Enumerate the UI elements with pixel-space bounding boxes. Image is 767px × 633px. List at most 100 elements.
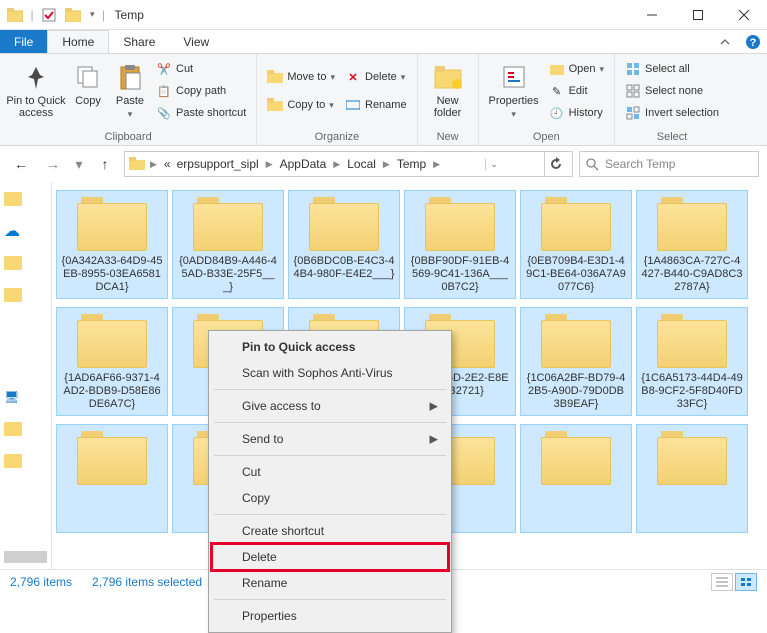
folder-name: {1AD6AF66-9371-4AD2-BDB9-D58E86DE6A7C} xyxy=(61,372,163,411)
ctx-create-shortcut[interactable]: Create shortcut xyxy=(212,518,448,544)
copy-button[interactable]: Copy xyxy=(68,57,108,107)
ctx-scan[interactable]: Scan with Sophos Anti-Virus xyxy=(212,360,448,386)
folder-name: {0ADD84B9-A446-45AD-B33E-25F5___} xyxy=(177,255,279,294)
ctx-separator xyxy=(214,389,446,390)
checkbox-icon[interactable] xyxy=(38,4,60,26)
chevron-right-icon: ▶ xyxy=(430,400,438,413)
folder-icon xyxy=(425,197,495,251)
folder-name: {0EB709B4-E3D1-49C1-BE64-036A7A9077C6} xyxy=(525,255,627,294)
recent-locations-button[interactable]: ▾ xyxy=(72,151,86,177)
this-pc-icon: 🖥 xyxy=(4,390,19,404)
refresh-button[interactable] xyxy=(544,152,568,176)
ctx-separator xyxy=(214,455,446,456)
folder-item[interactable]: {1C06A2BF-BD79-42B5-A90D-79D0DB3B9EAF} xyxy=(520,307,632,416)
open-icon xyxy=(549,61,565,77)
cut-button[interactable]: ✂️Cut xyxy=(152,59,250,79)
breadcrumb-seg-2[interactable]: Local xyxy=(345,157,378,171)
window-buttons xyxy=(629,0,767,30)
paste-shortcut-button[interactable]: 📎Paste shortcut xyxy=(152,103,250,123)
forward-button[interactable]: → xyxy=(40,151,66,177)
select-all-button[interactable]: Select all xyxy=(621,59,723,79)
folder-item[interactable]: {0ADD84B9-A446-45AD-B33E-25F5___} xyxy=(172,190,284,299)
view-icons-button[interactable] xyxy=(735,573,757,591)
breadcrumb-seg-0[interactable]: erpsupport_sipl xyxy=(175,157,261,171)
navigation-pane[interactable]: ☁ 🖥 xyxy=(0,182,52,569)
move-to-button[interactable]: Move to▾ xyxy=(263,67,339,87)
folder-item[interactable]: {0A342A33-64D9-45EB-8955-03EA6581DCA1} xyxy=(56,190,168,299)
properties-button[interactable]: Properties ▾ xyxy=(485,57,543,120)
invert-icon xyxy=(625,105,641,121)
folder-item[interactable] xyxy=(636,424,748,533)
copy-icon xyxy=(72,61,104,93)
group-select: Select all Select none Invert selection … xyxy=(615,54,729,145)
address-bar: ← → ▾ ↑ ▶ « erpsupport_sipl▶ AppData▶ Lo… xyxy=(0,146,767,182)
copy-to-button[interactable]: Copy to▾ xyxy=(263,95,339,115)
open-button[interactable]: Open▾ xyxy=(545,59,608,79)
tab-file[interactable]: File xyxy=(0,30,47,53)
folder-icon xyxy=(4,192,22,206)
pin-to-quick-access-button[interactable]: Pin to Quick access xyxy=(6,57,66,119)
tab-share[interactable]: Share xyxy=(109,30,169,53)
breadcrumb[interactable]: ▶ « erpsupport_sipl▶ AppData▶ Local▶ Tem… xyxy=(124,151,573,177)
chevron-down-icon: ▾ xyxy=(511,109,516,120)
folder-item[interactable]: {0BBF90DF-91EB-4569-9C41-136A___0B7C2} xyxy=(404,190,516,299)
paste-button[interactable]: Paste ▾ xyxy=(110,57,150,120)
collapse-ribbon-icon[interactable] xyxy=(711,30,739,53)
folder-icon xyxy=(129,157,145,171)
folder-item[interactable] xyxy=(56,424,168,533)
edit-button[interactable]: ✎Edit xyxy=(545,81,608,101)
ctx-properties[interactable]: Properties xyxy=(212,603,448,629)
group-new: New folder New xyxy=(418,54,479,145)
ctx-separator xyxy=(214,514,446,515)
group-open: Properties ▾ Open▾ ✎Edit 🕘History Open xyxy=(479,54,615,145)
select-none-button[interactable]: Select none xyxy=(621,81,723,101)
breadcrumb-dropdown-icon[interactable]: ⌄ xyxy=(485,159,502,170)
back-button[interactable]: ← xyxy=(8,151,34,177)
folder-item[interactable] xyxy=(520,424,632,533)
search-icon xyxy=(586,158,599,171)
ctx-send-to[interactable]: Send to▶ xyxy=(212,426,448,452)
view-details-button[interactable] xyxy=(711,573,733,591)
close-button[interactable] xyxy=(721,0,767,30)
invert-selection-button[interactable]: Invert selection xyxy=(621,103,723,123)
qat-dropdown-icon[interactable]: ▾ xyxy=(86,9,99,20)
ctx-rename[interactable]: Rename xyxy=(212,570,448,596)
ctx-cut[interactable]: Cut xyxy=(212,459,448,485)
group-clipboard: Pin to Quick access Copy Paste ▾ ✂️Cut 📋… xyxy=(0,54,257,145)
folder-item[interactable]: {0EB709B4-E3D1-49C1-BE64-036A7A9077C6} xyxy=(520,190,632,299)
copy-path-button[interactable]: 📋Copy path xyxy=(152,81,250,101)
ribbon-tabs: File Home Share View ? xyxy=(0,30,767,54)
breadcrumb-seg-3[interactable]: Temp xyxy=(395,157,428,171)
breadcrumb-seg-1[interactable]: AppData xyxy=(278,157,329,171)
minimize-button[interactable] xyxy=(629,0,675,30)
delete-button[interactable]: ✕Delete▾ xyxy=(341,67,411,87)
tab-home[interactable]: Home xyxy=(47,30,109,53)
folder-name: {1C06A2BF-BD79-42B5-A90D-79D0DB3B9EAF} xyxy=(525,372,627,411)
maximize-button[interactable] xyxy=(675,0,721,30)
ctx-delete[interactable]: Delete xyxy=(212,544,448,570)
navpane-scrollbar[interactable] xyxy=(4,517,47,563)
group-organize: Move to▾ Copy to▾ ✕Delete▾ Rename Organi… xyxy=(257,54,417,145)
breadcrumb-prefix[interactable]: « xyxy=(162,157,173,171)
ctx-give-access[interactable]: Give access to▶ xyxy=(212,393,448,419)
folder-item[interactable]: {1A4863CA-727C-4427-B440-C9AD8C32787A} xyxy=(636,190,748,299)
help-icon[interactable]: ? xyxy=(739,30,767,53)
folder-copy-icon xyxy=(267,97,283,113)
select-none-icon xyxy=(625,83,641,99)
chevron-right-icon[interactable]: ▶ xyxy=(147,159,160,170)
folder-item[interactable]: {0B6BDC0B-E4C3-44B4-980F-E4E2___} xyxy=(288,190,400,299)
tab-view[interactable]: View xyxy=(169,30,223,53)
search-placeholder: Search Temp xyxy=(605,157,675,171)
folder-icon xyxy=(4,422,22,436)
rename-button[interactable]: Rename xyxy=(341,95,411,115)
folder-item[interactable]: {1C6A5173-44D4-49B8-9CF2-5F8D40FD33FC} xyxy=(636,307,748,416)
search-input[interactable]: Search Temp xyxy=(579,151,759,177)
folder-item[interactable]: {1AD6AF66-9371-4AD2-BDB9-D58E86DE6A7C} xyxy=(56,307,168,416)
history-button[interactable]: 🕘History xyxy=(545,103,608,123)
titlebar: | ▾ | Temp xyxy=(0,0,767,30)
up-button[interactable]: ↑ xyxy=(92,151,118,177)
ctx-copy[interactable]: Copy xyxy=(212,485,448,511)
ctx-pin[interactable]: Pin to Quick access xyxy=(212,334,448,360)
copy-path-icon: 📋 xyxy=(156,83,172,99)
new-folder-button[interactable]: New folder xyxy=(424,57,472,119)
